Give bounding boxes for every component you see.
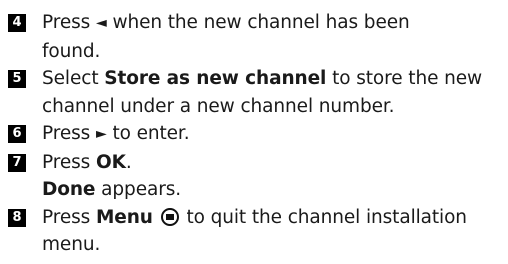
step-7-result-text: appears.: [101, 179, 182, 200]
step-4: 4 Press ◄ when the new channel has been …: [8, 9, 504, 65]
step-number-badge: 4: [8, 14, 26, 32]
step-8-line-2: menu.: [42, 234, 101, 255]
step-5-text: to store the new: [332, 68, 483, 89]
left-arrow-icon: ◄: [95, 15, 107, 31]
step-8-text: to quit the channel installation: [186, 206, 467, 228]
step-6: 6 Press ► to enter.: [8, 120, 504, 149]
step-7: 7 Press OK. Done appears.: [8, 149, 504, 204]
step-8: 8 Press Menu to quit the channel install…: [8, 204, 504, 259]
step-4-text: when the new channel has been: [112, 12, 410, 33]
done-label: Done: [42, 179, 96, 200]
step-5-line-1: Select Store as new channel to store the…: [42, 65, 504, 93]
press-text: Press: [42, 123, 91, 144]
step-4-line-1: Press ◄ when the new channel has been: [42, 9, 504, 38]
press-text: Press: [42, 206, 91, 228]
period: .: [125, 151, 132, 173]
step-6-text: to enter.: [112, 123, 190, 144]
right-arrow-icon: ►: [95, 126, 107, 142]
step-4-line-2: found.: [42, 40, 101, 62]
step-number-badge: 8: [8, 208, 26, 227]
step-7-line-1: Press OK.: [42, 149, 504, 177]
select-text: Select: [42, 68, 99, 89]
ok-key-label: OK: [95, 151, 126, 173]
press-text: Press: [42, 12, 91, 33]
step-6-line-1: Press ► to enter.: [42, 120, 504, 149]
step-number-badge: 7: [8, 153, 26, 172]
step-5-line-2: channel under a new channel number.: [42, 95, 395, 117]
step-8-line-1: Press Menu to quit the channel installat…: [42, 204, 504, 232]
step-7-line-2: Done appears.: [42, 176, 504, 204]
menu-key-label: Menu: [95, 206, 153, 228]
step-number-badge: 6: [8, 125, 26, 143]
press-text: Press: [42, 151, 91, 173]
store-as-new-channel-label: Store as new channel: [104, 68, 327, 89]
step-number-badge: 5: [8, 70, 26, 88]
instruction-steps: 4 Press ◄ when the new channel has been …: [8, 9, 504, 259]
step-5: 5 Select Store as new channel to store t…: [8, 65, 504, 120]
menu-button-icon: [160, 207, 179, 226]
